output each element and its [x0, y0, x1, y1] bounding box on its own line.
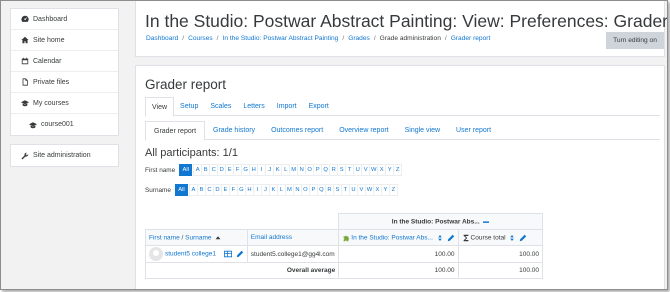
breadcrumb-separator: /	[182, 35, 185, 42]
puzzle-icon	[342, 234, 350, 242]
breadcrumb-separator: /	[444, 35, 447, 42]
turn-editing-on-button[interactable]: Turn editing on	[606, 32, 664, 49]
course-total-header: Course total	[457, 229, 544, 246]
student-email: student5.college1@gg4l.com	[246, 245, 340, 263]
overall-average-label: Overall average	[144, 262, 340, 279]
sidebar-item-calendar[interactable]: Calendar	[11, 51, 118, 72]
tab-grader-report[interactable]: Grader report	[145, 121, 206, 141]
surname-label: Surname	[145, 186, 171, 194]
file-icon	[20, 78, 29, 87]
tab-single-view[interactable]: Single view	[397, 121, 448, 140]
calendar-icon	[20, 57, 29, 66]
breadcrumb-course[interactable]: In the Studio: Postwar Abstract Painting	[223, 35, 339, 42]
grade-cell[interactable]: 100.00	[338, 245, 459, 263]
sidebar-item-dashboard[interactable]: Dashboard	[11, 9, 118, 30]
sidebar-item-label: Calendar	[33, 57, 62, 65]
sidebar-item-label: Site home	[33, 36, 65, 44]
category-row: In the Studio: Postwar Abs...	[145, 213, 543, 230]
sort-icon[interactable]	[509, 234, 515, 242]
tab-view[interactable]: View	[145, 97, 175, 117]
table-row: student5 college1 student5.college1@gg4l…	[144, 245, 544, 263]
average-row: Overall average 100.00 100.00	[144, 262, 544, 279]
edit-pencil-icon[interactable]	[236, 250, 244, 258]
email-header: Email address	[246, 229, 340, 246]
sort-icon[interactable]	[437, 234, 443, 242]
collapse-icon[interactable]	[483, 218, 490, 226]
tab-grade-history[interactable]: Grade history	[205, 121, 263, 140]
header-row: First name / Surname Email address In th…	[145, 229, 544, 246]
category-header: In the Studio: Postwar Abs...	[338, 213, 543, 230]
firstname-all-button[interactable]: All	[179, 164, 193, 176]
avatar	[149, 247, 163, 261]
tab-user-report[interactable]: User report	[448, 121, 499, 140]
tab-scales[interactable]: Scales	[204, 97, 237, 116]
sidebar-item-site-administration[interactable]: Site administration	[11, 145, 118, 166]
average-total-value: 100.00	[457, 262, 544, 279]
breadcrumb-courses[interactable]: Courses	[188, 35, 213, 42]
browser-frame: Dashboard Site home Calendar Private fil…	[0, 0, 668, 290]
breadcrumb-grade-administration: Grade administration	[379, 35, 441, 42]
tab-outcomes-report[interactable]: Outcomes report	[263, 121, 331, 140]
tab-export[interactable]: Export	[303, 97, 335, 116]
grade-item-link[interactable]: In the Studio: Postwar Abs...	[351, 234, 433, 241]
tab-overview-report[interactable]: Overview report	[331, 121, 396, 140]
student-cell: student5 college1	[144, 245, 219, 263]
primary-tabs: View Setup Scales Letters Import Export	[145, 97, 660, 117]
breadcrumb-grader-report[interactable]: Grader report	[451, 35, 491, 42]
sort-surname-link[interactable]: Surname	[185, 234, 211, 241]
surname-letter-z[interactable]: Z	[388, 184, 398, 196]
breadcrumb-dashboard[interactable]: Dashboard	[146, 35, 178, 42]
sort-email-link[interactable]: Email address	[251, 234, 292, 241]
sidebar-item-my-courses[interactable]: My courses	[11, 93, 118, 114]
page-title: In the Studio: Postwar Abstract Painting…	[145, 11, 668, 31]
sidebar-item-site-home[interactable]: Site home	[11, 30, 118, 51]
sidebar-item-course001[interactable]: course001	[11, 114, 118, 135]
main-region: Grader report View Setup Scales Letters …	[135, 65, 665, 289]
tachometer-icon	[20, 15, 29, 24]
wrench-icon	[20, 151, 29, 160]
firstname-initials-bar: First name All ABCDEFGHIJKLMNOPQRSTUVWXY…	[145, 164, 403, 176]
breadcrumb-separator: /	[373, 35, 376, 42]
secondary-tabs: Grader report Grade history Outcomes rep…	[145, 121, 660, 141]
sidebar-item-label: My courses	[33, 99, 69, 107]
tab-setup[interactable]: Setup	[174, 97, 204, 116]
grader-table: In the Studio: Postwar Abs... First name…	[144, 213, 544, 279]
breadcrumb: Dashboard / Courses / In the Studio: Postwar…	[146, 35, 490, 42]
firstname-label: First name	[145, 166, 176, 174]
admin-block: Site administration	[10, 144, 119, 167]
breadcrumb-grades[interactable]: Grades	[348, 35, 370, 42]
tab-letters[interactable]: Letters	[237, 97, 270, 116]
firstname-letter-z[interactable]: Z	[393, 164, 403, 176]
home-icon	[20, 36, 29, 45]
grid-icon[interactable]	[223, 250, 232, 258]
sidebar: Dashboard Site home Calendar Private fil…	[10, 8, 119, 167]
breadcrumb-separator: /	[216, 35, 219, 42]
sidebar-item-label: Dashboard	[33, 15, 68, 23]
graduation-cap-icon	[28, 120, 37, 129]
sigma-icon	[462, 234, 470, 242]
sidebar-item-private-files[interactable]: Private files	[11, 72, 118, 93]
graduation-cap-icon	[20, 99, 29, 108]
surname-all-button[interactable]: All	[174, 184, 188, 196]
item-header: In the Studio: Postwar Abs...	[338, 229, 459, 246]
nav-drawer: Dashboard Site home Calendar Private fil…	[10, 8, 119, 136]
student-name-link[interactable]: student5 college1	[165, 251, 216, 258]
average-item-value: 100.00	[338, 262, 459, 279]
section-heading: Grader report	[145, 77, 227, 92]
breadcrumb-separator: /	[342, 35, 345, 42]
sidebar-item-label: course001	[41, 121, 74, 128]
sidebar-item-label: Private files	[33, 78, 70, 86]
edit-pencil-icon[interactable]	[519, 234, 527, 242]
total-cell[interactable]: 100.00	[457, 245, 544, 263]
edit-pencil-icon[interactable]	[447, 234, 455, 242]
participants-heading: All participants: 1/1	[145, 147, 238, 159]
tab-import[interactable]: Import	[271, 97, 303, 116]
surname-initials-bar: Surname All ABCDEFGHIJKLMNOPQRSTUVWXYZ	[145, 184, 398, 196]
name-header: First name / Surname	[145, 229, 248, 246]
sort-asc-icon	[215, 234, 221, 242]
sidebar-item-label: Site administration	[33, 152, 91, 159]
student-actions	[218, 245, 248, 263]
sort-first-name-link[interactable]: First name	[149, 234, 180, 241]
page-header: In the Studio: Postwar Abstract Painting…	[135, 1, 668, 57]
